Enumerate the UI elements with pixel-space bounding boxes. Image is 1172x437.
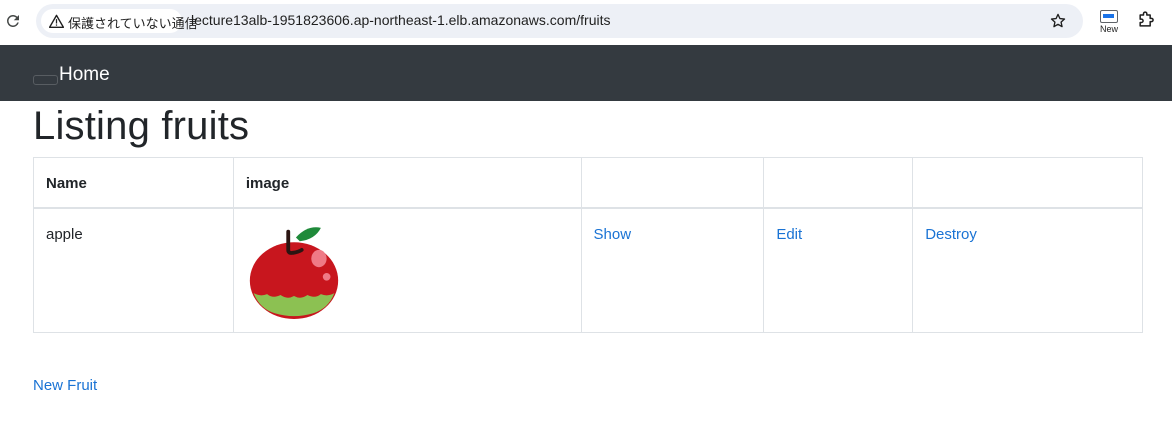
extensions-puzzle-icon[interactable] [1136, 10, 1156, 30]
browser-toolbar: 保護されていない通信 lecture13alb-1951823606.ap-no… [0, 0, 1172, 45]
apple-icon [249, 226, 338, 319]
page-title: Listing fruits [33, 104, 250, 148]
header-destroy [912, 157, 1143, 209]
header-name: Name [33, 157, 234, 209]
security-label: 保護されていない通信 [68, 17, 198, 32]
table-row: apple Show Edit Destroy [33, 207, 1143, 333]
header-image: image [232, 157, 582, 209]
header-edit [763, 157, 914, 209]
new-extension-button[interactable]: New [1097, 10, 1121, 36]
destroy-link[interactable]: Destroy [925, 226, 977, 243]
cell-show: Show [580, 207, 765, 333]
extension-window-icon [1100, 10, 1118, 23]
fruits-table-container: Name image apple Show Edit Destroy [33, 157, 1143, 333]
extension-label: New [1099, 24, 1118, 34]
header-show [580, 157, 765, 209]
cell-name: apple [33, 207, 234, 333]
bookmark-star-icon[interactable] [1049, 12, 1067, 30]
home-link[interactable]: Home [59, 64, 110, 86]
app-navbar: Home [0, 45, 1172, 101]
address-bar[interactable]: 保護されていない通信 lecture13alb-1951823606.ap-no… [36, 4, 1083, 38]
show-link[interactable]: Show [594, 226, 632, 243]
table-header-row: Name image [33, 157, 1143, 209]
warning-icon [49, 14, 64, 28]
edit-link[interactable]: Edit [776, 226, 802, 243]
cell-image [232, 207, 582, 333]
security-chip[interactable]: 保護されていない通信 [41, 9, 198, 33]
url-text[interactable]: lecture13alb-1951823606.ap-northeast-1.e… [191, 12, 610, 28]
navbar-toggler[interactable] [33, 75, 58, 85]
reload-icon[interactable] [4, 12, 22, 30]
fruits-table: Name image apple Show Edit Destroy [33, 157, 1143, 333]
cell-destroy: Destroy [912, 207, 1143, 333]
cell-edit: Edit [763, 207, 914, 333]
new-fruit-link[interactable]: New Fruit [33, 377, 97, 394]
